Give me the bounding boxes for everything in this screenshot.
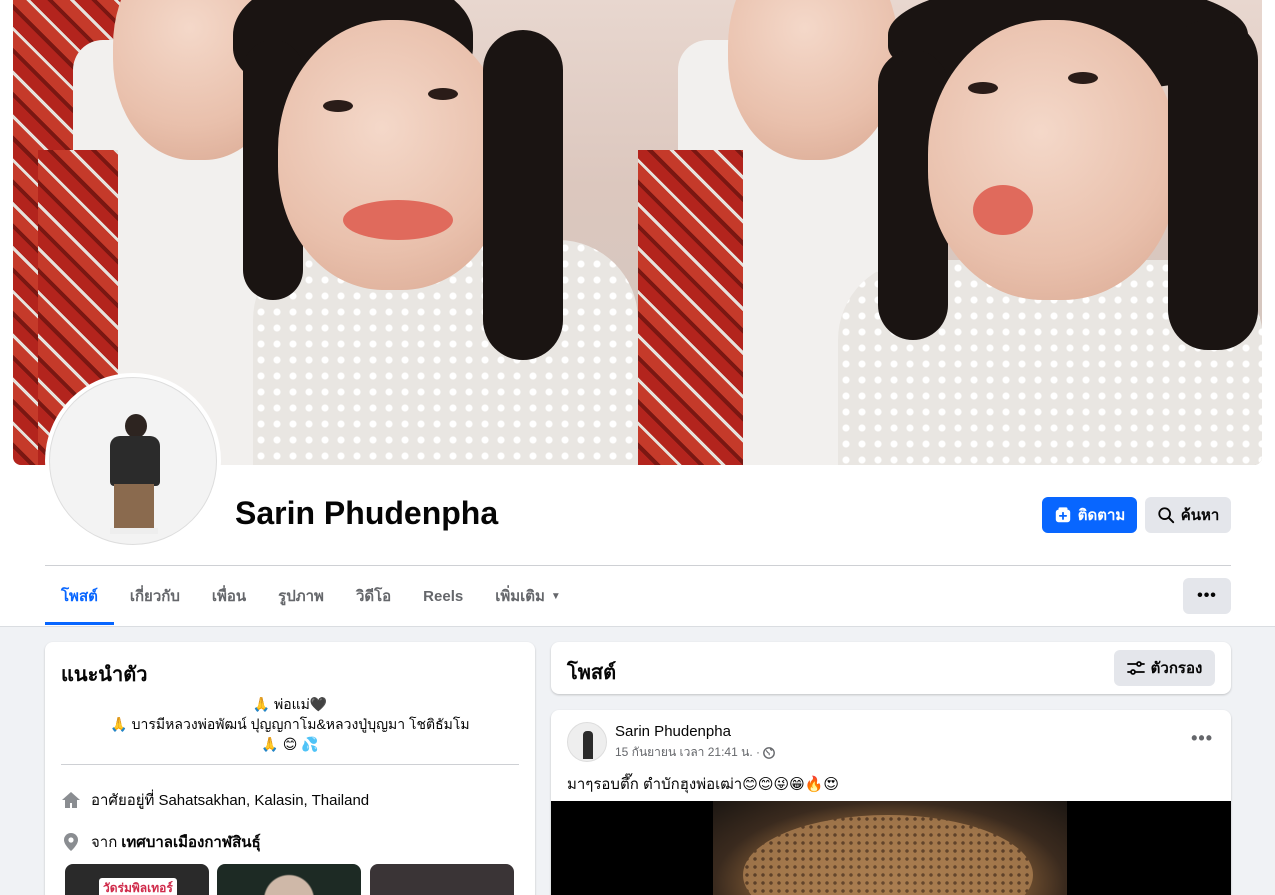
- avatar-shoes: [110, 528, 158, 534]
- tab-more[interactable]: เพิ่มเติม ▼: [479, 567, 577, 625]
- location-pin-icon: [61, 832, 81, 852]
- avatar: [49, 377, 217, 545]
- bio: 🙏 พ่อแม่🖤 🙏 บารมีหลวงพ่อพัฒน์ ปุญญกาโม&ห…: [61, 694, 519, 754]
- intro-divider: [61, 764, 519, 765]
- avatar-body: [110, 436, 160, 486]
- cover-photo[interactable]: [13, 0, 1262, 465]
- pout-lips: [973, 185, 1033, 235]
- tab-label: เกี่ยวกับ: [129, 588, 180, 605]
- post-options-button[interactable]: •••: [1191, 728, 1213, 749]
- intro-title: แนะนำตัว: [61, 664, 148, 686]
- face: [928, 20, 1178, 300]
- filter-button[interactable]: ตัวกรอง: [1114, 650, 1215, 686]
- from-prefix: จาก: [91, 834, 118, 851]
- profile-name: Sarin Phudenpha: [235, 495, 499, 531]
- tab-label: เพื่อน: [211, 588, 247, 605]
- tab-about[interactable]: เกี่ยวกับ: [114, 567, 196, 625]
- face: [278, 20, 508, 290]
- bio-line: 🙏 😊 💦: [261, 736, 319, 752]
- post-timestamp[interactable]: 15 กันยายน เวลา 21:41 น. ·: [615, 743, 760, 762]
- profile-tabs: โพสต์ เกี่ยวกับ เพื่อน รูปภาพ วิดีโอ Ree…: [45, 567, 577, 625]
- tab-label: รูปภาพ: [278, 588, 324, 605]
- search-icon: [1158, 507, 1174, 524]
- lives-prefix: อาศัยอยู่ที่: [91, 792, 155, 809]
- follow-label: ติดตาม: [1077, 507, 1126, 524]
- post-avatar[interactable]: [567, 722, 607, 762]
- photo-thumbnail[interactable]: วัดร่มพิลเทอร์: [65, 864, 209, 895]
- cover-photo-right: [638, 0, 1262, 465]
- hair: [1168, 20, 1258, 350]
- post-text: มาๆรอบตึ๊ก ตำบักฮุงพ่อเฒ่า😊😊😜😁🔥😍: [567, 776, 840, 793]
- photo-thumbnail[interactable]: [370, 864, 514, 895]
- scarf-pattern: [638, 150, 743, 465]
- thumbnail-caption: วัดร่มพิลเทอร์: [99, 878, 177, 895]
- profile-header: Sarin Phudenpha ติดตาม ค้นหา โพสต์ เกี่ย…: [0, 0, 1275, 627]
- header-divider: [45, 565, 1231, 566]
- eye: [428, 88, 458, 100]
- tab-videos[interactable]: วิดีโอ: [340, 567, 407, 625]
- tab-posts[interactable]: โพสต์: [45, 567, 114, 625]
- eye: [323, 100, 353, 112]
- post-card: Sarin Phudenpha 15 กันยายน เวลา 21:41 น.…: [551, 710, 1231, 895]
- follow-icon: [1055, 507, 1070, 523]
- from-value[interactable]: เทศบาลเมืองกาฬสินธุ์: [121, 830, 260, 854]
- globe-icon: [763, 746, 775, 759]
- posts-title: โพสต์: [567, 662, 617, 684]
- follow-button[interactable]: ติดตาม: [1042, 497, 1137, 533]
- bio-line: 🙏 บารมีหลวงพ่อพัฒน์ ปุญญกาโม&หลวงปู่บุญม…: [110, 716, 470, 732]
- caret-down-icon: ▼: [550, 590, 561, 602]
- search-button[interactable]: ค้นหา: [1145, 497, 1231, 533]
- post-author[interactable]: Sarin Phudenpha: [615, 723, 731, 740]
- tab-friends[interactable]: เพื่อน: [196, 567, 262, 625]
- tab-label: เพิ่มเติม: [495, 588, 545, 605]
- avatar-head: [125, 414, 147, 438]
- eye: [968, 82, 998, 94]
- tab-reels[interactable]: Reels: [407, 567, 479, 625]
- tab-label: วิดีโอ: [355, 588, 392, 605]
- photo-thumbnail[interactable]: [217, 864, 361, 895]
- tab-photos[interactable]: รูปภาพ: [262, 567, 340, 625]
- home-icon: [61, 790, 81, 810]
- intro-card: แนะนำตัว 🙏 พ่อแม่🖤 🙏 บารมีหลวงพ่อพัฒน์ ป…: [45, 642, 535, 895]
- more-options-button[interactable]: •••: [1183, 578, 1231, 614]
- profile-picture[interactable]: [45, 373, 221, 549]
- tab-label: Reels: [423, 587, 464, 605]
- eye: [1068, 72, 1098, 84]
- filter-label: ตัวกรอง: [1150, 660, 1203, 677]
- lives-value[interactable]: Sahatsakhan, Kalasin, Thailand: [158, 792, 369, 809]
- search-label: ค้นหา: [1180, 507, 1220, 524]
- from-row: จาก เทศบาลเมืองกาฬสินธุ์: [61, 830, 261, 854]
- smile: [343, 200, 453, 240]
- post-media[interactable]: [551, 801, 1231, 895]
- tab-label: โพสต์: [61, 588, 98, 605]
- lives-in-row: อาศัยอยู่ที่ Sahatsakhan, Kalasin, Thail…: [61, 788, 369, 812]
- avatar-legs: [114, 484, 154, 532]
- post-meta: 15 กันยายน เวลา 21:41 น. ·: [615, 743, 775, 762]
- filter-icon: [1126, 661, 1145, 675]
- posts-header-card: โพสต์ ตัวกรอง: [551, 642, 1231, 694]
- bio-line: 🙏 พ่อแม่🖤: [252, 696, 328, 712]
- post-image: [713, 801, 1067, 895]
- hair: [483, 30, 563, 360]
